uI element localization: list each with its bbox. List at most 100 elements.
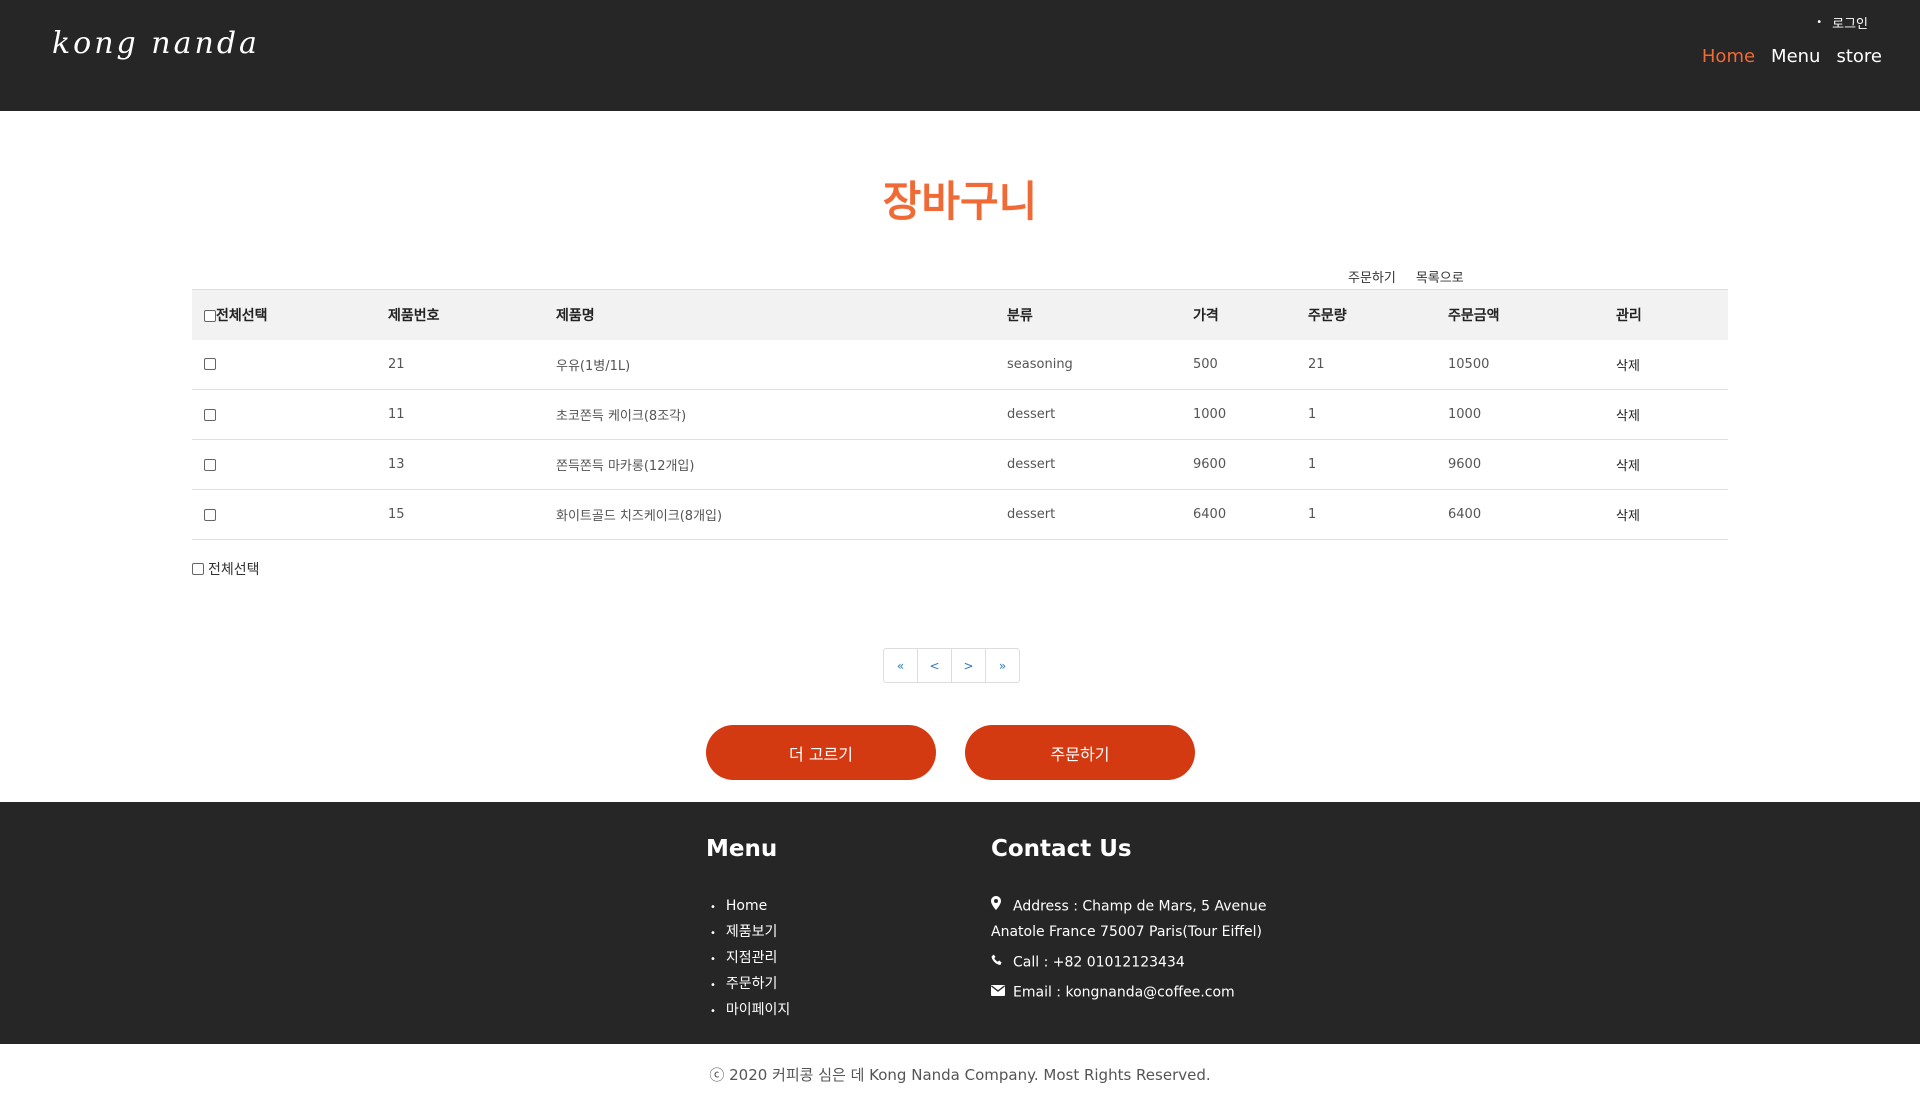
row-checkbox[interactable] xyxy=(204,458,216,471)
pager-next[interactable]: > xyxy=(952,649,986,682)
cell-category: seasoning xyxy=(1007,356,1073,372)
cell-price: 500 xyxy=(1193,356,1218,372)
header-select-all: 전체선택 xyxy=(216,307,268,324)
cell-price: 6400 xyxy=(1193,507,1227,522)
table-row: 13 쫀득쫀득 마카롱(12개입) dessert 9600 1 9600 삭제 xyxy=(192,440,1728,490)
bullet-icon: • xyxy=(710,980,716,991)
back-to-list-link[interactable]: 목록으로 xyxy=(1416,267,1464,286)
cell-id: 11 xyxy=(388,407,405,422)
footer-link-label: 제품보기 xyxy=(725,924,778,940)
header-product-name: 제품명 xyxy=(556,307,595,324)
cell-id: 15 xyxy=(388,507,405,522)
login-link[interactable]: • 로그인 xyxy=(1816,13,1868,32)
email-line: Email : kongnanda@coffee.com xyxy=(991,980,1267,1006)
cell-qty: 1 xyxy=(1308,407,1317,422)
footer-contact-title: Contact Us xyxy=(991,836,1132,862)
cell-qty: 1 xyxy=(1308,507,1317,522)
table-row: 15 화이트골드 치즈케이크(8개입) dessert 6400 1 6400 … xyxy=(192,490,1728,540)
footer-link-order[interactable]: • 주문하기 xyxy=(710,972,790,998)
select-all-header[interactable]: 전체선택 xyxy=(192,290,388,340)
cell-id: 21 xyxy=(388,356,405,372)
header-manage: 관리 xyxy=(1616,307,1642,324)
footer-contact: Address : Champ de Mars, 5 Avenue Anatol… xyxy=(991,894,1267,1006)
delete-button[interactable]: 삭제 xyxy=(1616,390,1728,440)
phone-icon xyxy=(991,950,1005,975)
header-amount: 주문금액 xyxy=(1448,307,1500,324)
nav-store[interactable]: store xyxy=(1836,46,1882,67)
email-text: Email : kongnanda@coffee.com xyxy=(1013,984,1235,1001)
cell-name: 쫀득쫀득 마카롱(12개입) xyxy=(556,459,695,474)
call-text: Call : +82 01012123434 xyxy=(1013,954,1185,970)
cell-qty: 1 xyxy=(1308,457,1317,472)
continue-shopping-button[interactable]: 더 고르기 xyxy=(706,725,936,780)
cart-table: 전체선택 제품번호 제품명 분류 가격 주문량 주문금액 관리 21 우유(1병… xyxy=(192,289,1728,540)
cell-price: 1000 xyxy=(1193,407,1227,422)
delete-button[interactable]: 삭제 xyxy=(1616,440,1728,490)
table-row: 11 초코쫀득 케이크(8조각) dessert 1000 1 1000 삭제 xyxy=(192,390,1728,440)
cell-amount: 6400 xyxy=(1448,507,1482,522)
footer-link-products[interactable]: • 제품보기 xyxy=(710,920,790,946)
header-product-no: 제품번호 xyxy=(388,307,440,324)
row-checkbox[interactable] xyxy=(204,358,216,371)
header-price: 가격 xyxy=(1193,307,1219,324)
pager-last[interactable]: » xyxy=(986,649,1019,682)
bullet-icon: • xyxy=(710,928,716,939)
bottom-select-all-checkbox[interactable] xyxy=(192,563,204,575)
bullet-icon: • xyxy=(1816,17,1823,28)
login-label: 로그인 xyxy=(1832,17,1868,32)
order-button[interactable]: 주문하기 xyxy=(965,725,1195,780)
cell-price: 9600 xyxy=(1193,457,1227,472)
pager-first[interactable]: « xyxy=(884,649,918,682)
row-checkbox[interactable] xyxy=(204,408,216,421)
cell-amount: 9600 xyxy=(1448,457,1482,472)
logo[interactable]: kong nanda xyxy=(52,18,257,88)
select-all-checkbox[interactable] xyxy=(204,309,216,322)
site-header: kong nanda • 로그인 Home Menu store xyxy=(0,0,1920,111)
pagination: « < > » xyxy=(883,648,1020,683)
footer-link-label: Home xyxy=(725,898,768,914)
top-links: 주문하기 목록으로 xyxy=(1348,267,1464,286)
cell-name: 우유(1병/1L) xyxy=(556,358,631,374)
cell-amount: 10500 xyxy=(1448,356,1490,372)
cell-category: dessert xyxy=(1007,407,1056,422)
address-text-1: Address : Champ de Mars, 5 Avenue xyxy=(1013,898,1267,915)
cell-qty: 21 xyxy=(1308,356,1325,372)
cell-id: 13 xyxy=(388,457,405,472)
footer-link-label: 지점관리 xyxy=(725,950,778,966)
header-category: 분류 xyxy=(1007,307,1033,324)
site-footer: Menu Contact Us • Home • 제품보기 • 지점관리 • 주문하기 … xyxy=(0,802,1920,1044)
main-nav: Home Menu store xyxy=(1702,46,1882,67)
address-line-2: Anatole France 75007 Paris(Tour Eiffel) xyxy=(991,923,1262,940)
copyright: ⓒ 2020 커피콩 심은 데 Kong Nanda Company. Most… xyxy=(709,1066,1211,1084)
bullet-icon: • xyxy=(710,902,716,913)
envelope-icon xyxy=(991,980,1005,1005)
order-link[interactable]: 주문하기 xyxy=(1348,267,1396,286)
header-qty: 주문량 xyxy=(1308,307,1347,324)
cell-name: 초코쫀득 케이크(8조각) xyxy=(556,409,687,424)
footer-menu: • Home • 제품보기 • 지점관리 • 주문하기 • 마이페이지 xyxy=(710,894,790,1024)
pager-prev[interactable]: < xyxy=(918,649,952,682)
cell-name: 화이트골드 치즈케이크(8개입) xyxy=(556,509,723,524)
bullet-icon: • xyxy=(710,1006,716,1017)
delete-button[interactable]: 삭제 xyxy=(1616,340,1728,390)
bottom-select-all[interactable]: 전체선택 xyxy=(192,559,260,579)
call-line: Call : +82 01012123434 xyxy=(991,950,1267,976)
nav-menu[interactable]: Menu xyxy=(1771,46,1820,67)
footer-link-home[interactable]: • Home xyxy=(710,894,790,920)
address-line-1: Address : Champ de Mars, 5 Avenue xyxy=(991,894,1267,920)
delete-button[interactable]: 삭제 xyxy=(1616,490,1728,540)
footer-link-stores[interactable]: • 지점관리 xyxy=(710,946,790,972)
logo-text: kong nanda xyxy=(52,26,260,61)
row-checkbox[interactable] xyxy=(204,508,216,521)
cell-category: dessert xyxy=(1007,457,1056,472)
table-row: 21 우유(1병/1L) seasoning 500 21 10500 삭제 xyxy=(192,340,1728,390)
page-title: 장바구니 xyxy=(882,177,1038,226)
footer-menu-title: Menu xyxy=(706,836,778,862)
footer-link-mypage[interactable]: • 마이페이지 xyxy=(710,998,790,1024)
map-marker-icon xyxy=(991,894,1005,919)
nav-home[interactable]: Home xyxy=(1702,46,1755,67)
footer-link-label: 주문하기 xyxy=(725,976,778,992)
bottom-select-all-label: 전체선택 xyxy=(208,562,260,578)
footer-link-label: 마이페이지 xyxy=(725,1002,791,1018)
table-header-row: 전체선택 제품번호 제품명 분류 가격 주문량 주문금액 관리 xyxy=(192,289,1728,340)
